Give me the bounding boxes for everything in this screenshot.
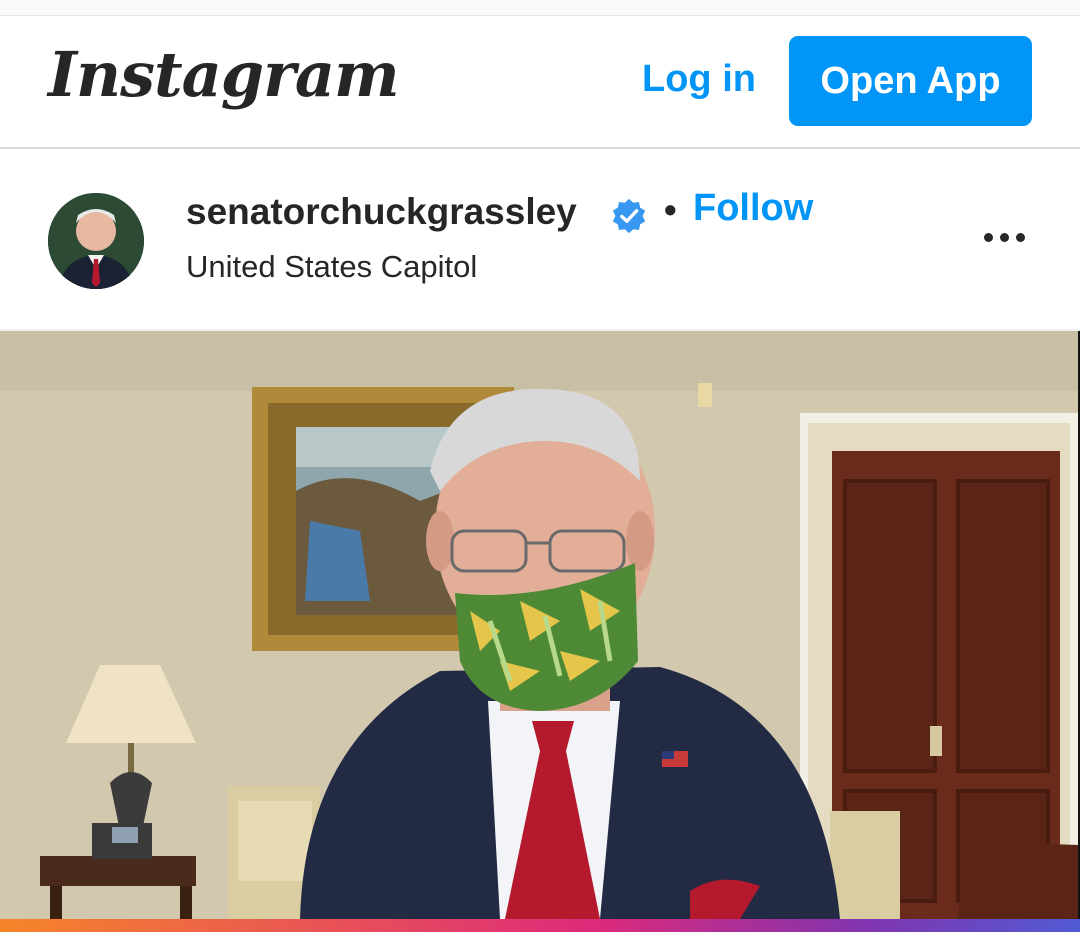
video-frame — [0, 331, 1078, 919]
verified-badge-icon — [612, 198, 646, 234]
status-strip — [0, 0, 1080, 16]
avatar-photo — [48, 193, 144, 289]
login-link[interactable]: Log in — [642, 58, 756, 101]
bottom-strip — [0, 932, 1080, 941]
more-dot — [1016, 232, 1025, 242]
post-media[interactable] — [0, 331, 1078, 919]
more-dot — [1000, 232, 1009, 242]
more-dot — [984, 232, 993, 242]
avatar[interactable] — [48, 193, 144, 289]
open-app-label: Open App — [820, 59, 1001, 102]
instagram-logo[interactable]: Instagram — [48, 38, 400, 111]
gradient-bar — [0, 919, 1080, 932]
post-header: senatorchuckgrassley • Follow United Sta… — [0, 149, 1080, 331]
app-header: Instagram Log in Open App — [0, 16, 1080, 149]
open-app-button[interactable]: Open App — [789, 36, 1032, 126]
username[interactable]: senatorchuckgrassley — [186, 191, 577, 233]
more-options-icon[interactable] — [984, 227, 1032, 247]
separator-dot: • — [664, 189, 677, 230]
location-link[interactable]: United States Capitol — [186, 249, 477, 285]
follow-button[interactable]: Follow — [693, 187, 813, 230]
